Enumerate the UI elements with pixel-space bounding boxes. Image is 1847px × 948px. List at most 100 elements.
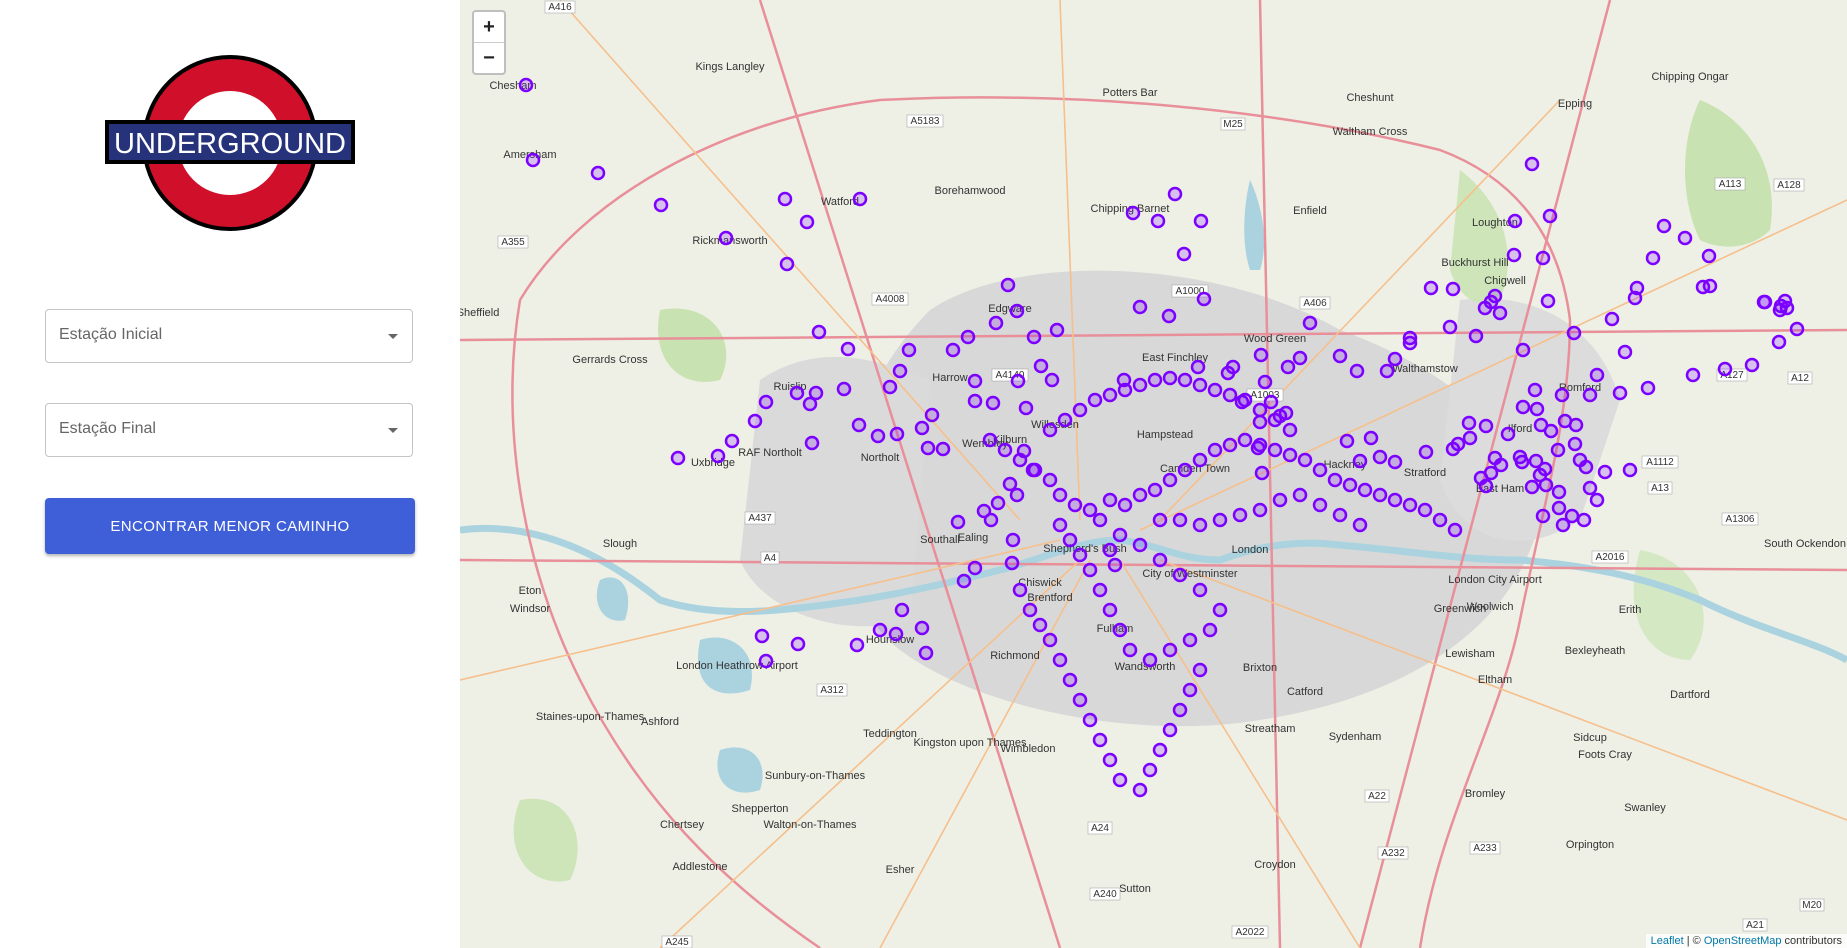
station-marker[interactable] [1010,373,1026,389]
station-marker[interactable] [1312,462,1328,478]
station-marker[interactable] [1222,387,1238,403]
station-marker[interactable] [1012,452,1028,468]
station-marker[interactable] [1554,387,1570,403]
station-marker[interactable] [1012,582,1028,598]
station-marker[interactable] [1152,512,1168,528]
station-marker[interactable] [1192,582,1208,598]
station-marker[interactable] [1483,465,1499,481]
station-marker[interactable] [1142,652,1158,668]
station-marker[interactable] [1538,477,1554,493]
station-marker[interactable] [1132,782,1148,798]
station-marker[interactable] [1102,542,1118,558]
station-marker[interactable] [1332,348,1348,364]
station-marker[interactable] [889,426,905,442]
station-marker[interactable] [892,363,908,379]
station-marker[interactable] [1461,415,1477,431]
station-marker[interactable] [1332,507,1348,523]
station-marker[interactable] [724,433,740,449]
station-marker[interactable] [851,417,867,433]
station-marker[interactable] [1535,250,1551,266]
station-marker[interactable] [1622,462,1638,478]
station-marker[interactable] [1272,492,1288,508]
start-station-select[interactable]: Estação Inicial [45,309,413,363]
station-marker[interactable] [1192,662,1208,678]
station-marker[interactable] [1082,502,1098,518]
station-marker[interactable] [1789,321,1805,337]
station-marker[interactable] [1656,218,1672,234]
station-marker[interactable] [888,626,904,642]
station-marker[interactable] [1092,732,1108,748]
station-marker[interactable] [1677,230,1693,246]
station-marker[interactable] [1062,672,1078,688]
station-marker[interactable] [670,450,686,466]
station-marker[interactable] [1483,294,1499,310]
station-marker[interactable] [1432,512,1448,528]
station-marker[interactable] [1514,454,1530,470]
station-marker[interactable] [1082,712,1098,728]
station-marker[interactable] [983,512,999,528]
station-marker[interactable] [1540,293,1556,309]
station-marker[interactable] [1567,436,1583,452]
station-marker[interactable] [710,448,726,464]
station-marker[interactable] [1478,418,1494,434]
station-marker[interactable] [1339,433,1355,449]
station-marker[interactable] [1162,370,1178,386]
station-marker[interactable] [1117,497,1133,513]
station-marker[interactable] [1132,487,1148,503]
station-marker[interactable] [1102,752,1118,768]
station-marker[interactable] [1167,186,1183,202]
station-marker[interactable] [1252,502,1268,518]
station-marker[interactable] [1072,402,1088,418]
station-marker[interactable] [1092,512,1108,528]
station-marker[interactable] [747,413,763,429]
station-marker[interactable] [1252,402,1268,418]
station-marker[interactable] [1112,527,1128,543]
station-marker[interactable] [1543,423,1559,439]
station-marker[interactable] [1551,484,1567,500]
station-marker[interactable] [1162,642,1178,658]
station-marker[interactable] [1252,414,1268,430]
osm-link[interactable]: OpenStreetMap [1704,935,1782,947]
station-marker[interactable] [1032,617,1048,633]
station-marker[interactable] [1267,442,1283,458]
station-marker[interactable] [1172,512,1188,528]
station-marker[interactable] [1387,351,1403,367]
station-marker[interactable] [1771,334,1787,350]
station-marker[interactable] [1042,422,1058,438]
station-marker[interactable] [1192,452,1208,468]
station-marker[interactable] [1147,372,1163,388]
station-marker[interactable] [1604,311,1620,327]
station-marker[interactable] [1349,363,1365,379]
station-marker[interactable] [1161,308,1177,324]
station-marker[interactable] [1640,380,1656,396]
station-marker[interactable] [1352,517,1368,533]
station-marker[interactable] [920,440,936,456]
station-marker[interactable] [754,628,770,644]
station-marker[interactable] [1102,387,1118,403]
station-marker[interactable] [1685,367,1701,383]
station-marker[interactable] [1009,487,1025,503]
station-marker[interactable] [914,620,930,636]
station-marker[interactable] [1033,358,1049,374]
station-marker[interactable] [1004,555,1020,571]
station-marker[interactable] [790,636,806,652]
station-marker[interactable] [872,622,888,638]
station-marker[interactable] [1263,394,1279,410]
station-marker[interactable] [1418,444,1434,460]
station-marker[interactable] [945,342,961,358]
station-marker[interactable] [1387,492,1403,508]
station-marker[interactable] [956,573,972,589]
station-marker[interactable] [1550,442,1566,458]
station-marker[interactable] [960,329,976,345]
station-marker[interactable] [1212,602,1228,618]
station-marker[interactable] [836,381,852,397]
station-marker[interactable] [1515,342,1531,358]
station-marker[interactable] [1576,512,1592,528]
station-marker[interactable] [1112,622,1128,638]
station-marker[interactable] [1152,742,1168,758]
station-marker[interactable] [1132,377,1148,393]
station-marker[interactable] [1177,462,1193,478]
station-marker[interactable] [758,394,774,410]
station-marker[interactable] [1442,319,1458,335]
station-marker[interactable] [1423,280,1439,296]
